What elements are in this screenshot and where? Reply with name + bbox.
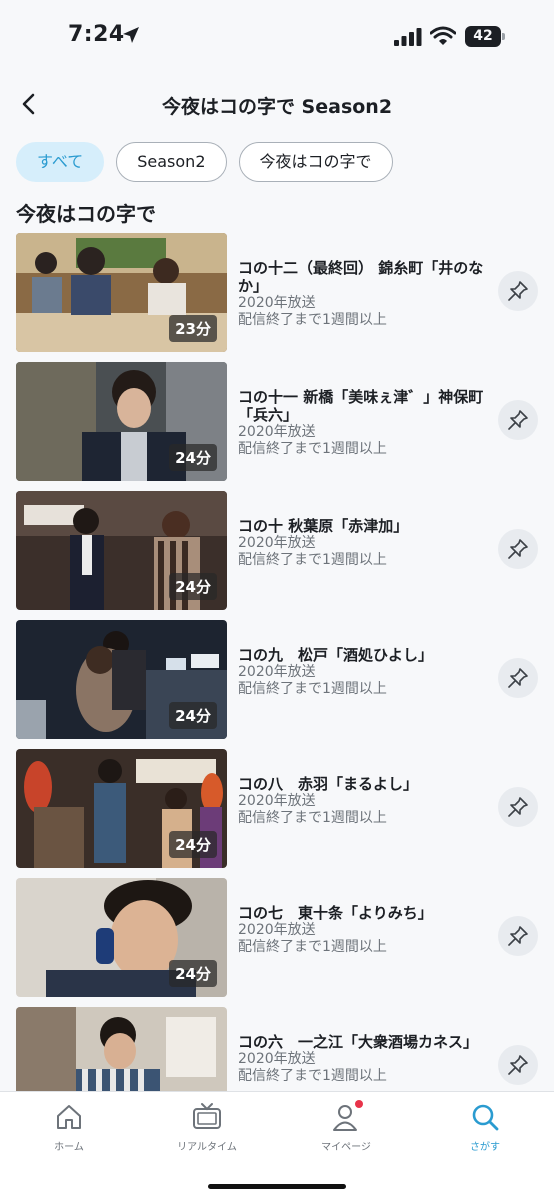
tv-icon	[193, 1103, 221, 1129]
page-title: 今夜はコの字で Season2	[161, 96, 393, 118]
episode-year: 2020年放送	[238, 295, 316, 311]
status-time: 7:24	[68, 22, 125, 47]
pin-icon	[508, 797, 528, 817]
pin-button[interactable]	[498, 658, 538, 698]
episode-title: コの九 松戸「酒処ひよし」	[238, 646, 434, 664]
episode-thumbnail[interactable]: 24分	[16, 749, 227, 868]
pin-icon	[508, 1055, 528, 1075]
tab-label: マイページ	[321, 1142, 371, 1153]
episode-availability: 配信終了まで1週間以上	[238, 552, 387, 568]
episode-availability: 配信終了まで1週間以上	[238, 441, 387, 457]
episode-item[interactable]: 24分 コの八 赤羽「まるよし」 2020年放送 配信終了まで1週間以上	[0, 749, 554, 878]
episode-info: コの九 松戸「酒処ひよし」 2020年放送 配信終了まで1週間以上	[238, 646, 488, 698]
episode-item[interactable]: 24分 コの七 東十条「よりみち」 2020年放送 配信終了まで1週間以上	[0, 878, 554, 1007]
section-title: 今夜はコの字で	[16, 202, 156, 226]
episode-thumbnail[interactable]: 24分	[16, 362, 227, 481]
duration-badge: 24分	[169, 960, 217, 987]
tab-label: ホーム	[54, 1142, 84, 1153]
episode-year: 2020年放送	[238, 424, 316, 440]
tab-home[interactable]: ホーム	[14, 1100, 124, 1153]
pin-icon	[508, 410, 528, 430]
episode-title: コの六 一之江「大衆酒場カネス」	[238, 1033, 479, 1051]
episode-year: 2020年放送	[238, 793, 316, 809]
episode-thumbnail[interactable]	[16, 1007, 227, 1091]
episode-info: コの十 秋葉原「赤津加」 2020年放送 配信終了まで1週間以上	[238, 517, 488, 569]
episode-info: コの八 赤羽「まるよし」 2020年放送 配信終了まで1週間以上	[238, 775, 488, 827]
battery-level: 42	[465, 26, 501, 47]
search-icon	[472, 1104, 499, 1131]
duration-badge: 24分	[169, 702, 217, 729]
notification-badge	[355, 1100, 363, 1108]
pin-button[interactable]	[498, 400, 538, 440]
battery-cap	[502, 33, 505, 40]
episode-item[interactable]: 24分 コの九 松戸「酒処ひよし」 2020年放送 配信終了まで1週間以上	[0, 620, 554, 749]
episode-title: コの七 東十条「よりみち」	[238, 904, 433, 922]
episode-year: 2020年放送	[238, 664, 316, 680]
filter-chip-all[interactable]: すべて	[16, 142, 105, 182]
duration-badge: 24分	[169, 573, 217, 600]
pin-button[interactable]	[498, 1045, 538, 1085]
episode-availability: 配信終了まで1週間以上	[238, 312, 387, 328]
wifi-icon	[430, 26, 456, 45]
status-bar: 7:24 42	[0, 0, 554, 72]
episode-item[interactable]: 24分 コの十一 新橋「美味ぇ津゛」神保町「兵六」 2020年放送 配信終了まで…	[0, 362, 554, 491]
filter-chips: すべて Season2 今夜はコの字で	[16, 142, 393, 182]
tab-search[interactable]: さがす	[430, 1100, 540, 1153]
episode-item[interactable]: 23分 コの十二（最終回） 錦糸町「井のなか」 2020年放送 配信終了まで1週…	[0, 233, 554, 362]
pin-button[interactable]	[498, 916, 538, 956]
episode-item[interactable]: コの六 一之江「大衆酒場カネス」 2020年放送 配信終了まで1週間以上	[0, 1007, 554, 1091]
episode-title: コの八 赤羽「まるよし」	[238, 775, 419, 793]
episode-thumbnail[interactable]: 24分	[16, 491, 227, 610]
duration-badge: 24分	[169, 444, 217, 471]
episode-title: コの十二（最終回） 錦糸町「井のなか」	[238, 259, 484, 295]
duration-badge: 23分	[169, 315, 217, 342]
episode-thumbnail[interactable]: 23分	[16, 233, 227, 352]
pin-icon	[508, 539, 528, 559]
pin-icon	[508, 281, 528, 301]
home-indicator	[208, 1184, 346, 1189]
episode-availability: 配信終了まで1週間以上	[238, 1068, 387, 1084]
chevron-left-icon	[22, 93, 35, 115]
tab-mypage[interactable]: マイページ	[291, 1100, 401, 1153]
home-icon	[57, 1105, 81, 1129]
back-button[interactable]	[14, 90, 42, 118]
pin-icon	[508, 926, 528, 946]
filter-chip-season2[interactable]: Season2	[116, 142, 227, 182]
episode-availability: 配信終了まで1週間以上	[238, 810, 387, 826]
tab-realtime[interactable]: リアルタイム	[152, 1100, 262, 1153]
tab-label: リアルタイム	[177, 1142, 237, 1153]
episode-info: コの十一 新橋「美味ぇ津゛」神保町「兵六」 2020年放送 配信終了まで1週間以…	[238, 388, 488, 458]
pin-button[interactable]	[498, 271, 538, 311]
pin-button[interactable]	[498, 787, 538, 827]
episode-thumbnail[interactable]: 24分	[16, 620, 227, 739]
episode-availability: 配信終了まで1週間以上	[238, 939, 387, 955]
episode-year: 2020年放送	[238, 1051, 316, 1067]
location-arrow-icon	[123, 27, 139, 43]
filter-chip-season1[interactable]: 今夜はコの字で	[238, 142, 393, 182]
episode-info: コの十二（最終回） 錦糸町「井のなか」 2020年放送 配信終了まで1週間以上	[238, 259, 488, 329]
episode-item[interactable]: 24分 コの十 秋葉原「赤津加」 2020年放送 配信終了まで1週間以上	[0, 491, 554, 620]
episode-title: コの十一 新橋「美味ぇ津゛」神保町「兵六」	[238, 388, 484, 424]
episode-title: コの十 秋葉原「赤津加」	[238, 517, 409, 535]
episode-year: 2020年放送	[238, 922, 316, 938]
tab-label: さがす	[470, 1142, 500, 1153]
battery-indicator: 42	[465, 26, 505, 47]
episode-thumbnail[interactable]: 24分	[16, 878, 227, 997]
pin-button[interactable]	[498, 529, 538, 569]
episode-info: コの六 一之江「大衆酒場カネス」 2020年放送 配信終了まで1週間以上	[238, 1033, 488, 1085]
pin-icon	[508, 668, 528, 688]
episode-year: 2020年放送	[238, 535, 316, 551]
episode-list: 23分 コの十二（最終回） 錦糸町「井のなか」 2020年放送 配信終了まで1週…	[0, 233, 554, 1091]
duration-badge: 24分	[169, 831, 217, 858]
cellular-signal-icon	[394, 28, 422, 46]
episode-info: コの七 東十条「よりみち」 2020年放送 配信終了まで1週間以上	[238, 904, 488, 956]
episode-availability: 配信終了まで1週間以上	[238, 681, 387, 697]
